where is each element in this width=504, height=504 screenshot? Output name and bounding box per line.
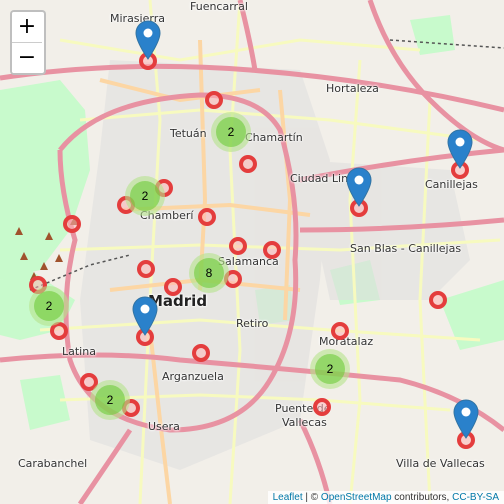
point-marker[interactable] <box>192 344 210 362</box>
point-marker[interactable] <box>239 155 257 173</box>
map-pin-icon <box>346 167 372 207</box>
marker-ciudad-lineal[interactable] <box>346 167 372 207</box>
point-marker[interactable] <box>313 398 331 416</box>
attribution-separator: | © <box>302 492 321 503</box>
map-pin-icon <box>135 20 161 60</box>
map-pin-icon <box>132 296 158 336</box>
cluster-count: 8 <box>194 258 224 288</box>
attribution: Leaflet | © OpenStreetMap contributors, … <box>267 491 504 504</box>
marker-mirasierra[interactable] <box>135 20 161 60</box>
place-label-latina: Latina <box>62 345 96 358</box>
cluster-count: 2 <box>315 354 345 384</box>
leaflet-link[interactable]: Leaflet <box>273 492 303 503</box>
marker-cluster-arganzuela[interactable]: 2 <box>90 380 130 420</box>
point-marker[interactable] <box>429 291 447 309</box>
marker-cluster-chamartin[interactable]: 2 <box>211 112 251 152</box>
point-marker[interactable] <box>164 278 182 296</box>
cluster-count: 2 <box>216 117 246 147</box>
place-label-retiro: Retiro <box>236 317 269 330</box>
marker-villa-de-vallecas[interactable] <box>453 399 479 439</box>
place-label-arganzuela: Arganzuela <box>162 370 224 383</box>
point-marker[interactable] <box>263 241 281 259</box>
point-marker[interactable] <box>137 260 155 278</box>
place-label-carabanchel: Carabanchel <box>18 457 88 470</box>
place-label-hortaleza: Hortaleza <box>326 82 379 95</box>
point-marker[interactable] <box>229 237 247 255</box>
cluster-count: 2 <box>34 291 64 321</box>
map-pin-icon <box>453 399 479 439</box>
zoom-in-button[interactable]: + <box>12 12 42 42</box>
license-link[interactable]: CC-BY-SA <box>452 492 499 503</box>
marker-cluster-chamberi[interactable]: 2 <box>125 176 165 216</box>
place-label-villa-de-vallecas: Villa de Vallecas <box>396 457 485 470</box>
place-label-usera: Usera <box>148 420 180 433</box>
attribution-contributors: contributors, <box>391 492 453 503</box>
place-label-puente-de-vallecas-2: Vallecas <box>282 416 327 429</box>
marker-cluster-latina[interactable]: 2 <box>29 286 69 326</box>
marker-madrid-center[interactable] <box>132 296 158 336</box>
map[interactable]: Mirasierra Fuencarral Hortaleza Tetuán C… <box>0 0 504 504</box>
point-marker[interactable] <box>63 215 81 233</box>
marker-canillejas[interactable] <box>447 129 473 169</box>
zoom-control: + − <box>10 10 46 75</box>
point-marker[interactable] <box>205 91 223 109</box>
marker-cluster-salamanca[interactable]: 8 <box>189 253 229 293</box>
zoom-out-button[interactable]: − <box>12 42 42 73</box>
place-label-san-blas: San Blas - Canillejas <box>350 242 462 255</box>
cluster-count: 2 <box>130 181 160 211</box>
point-marker[interactable] <box>198 208 216 226</box>
place-label-fuencarral: Fuencarral <box>190 0 248 13</box>
place-label-canillejas: Canillejas <box>425 178 478 191</box>
osm-link[interactable]: OpenStreetMap <box>321 492 392 503</box>
marker-cluster-moratalaz[interactable]: 2 <box>310 349 350 389</box>
map-pin-icon <box>447 129 473 169</box>
point-marker[interactable] <box>331 322 349 340</box>
place-label-tetuan: Tetuán <box>170 127 207 140</box>
place-label-chamartin: Chamartín <box>245 131 303 144</box>
cluster-count: 2 <box>95 385 125 415</box>
